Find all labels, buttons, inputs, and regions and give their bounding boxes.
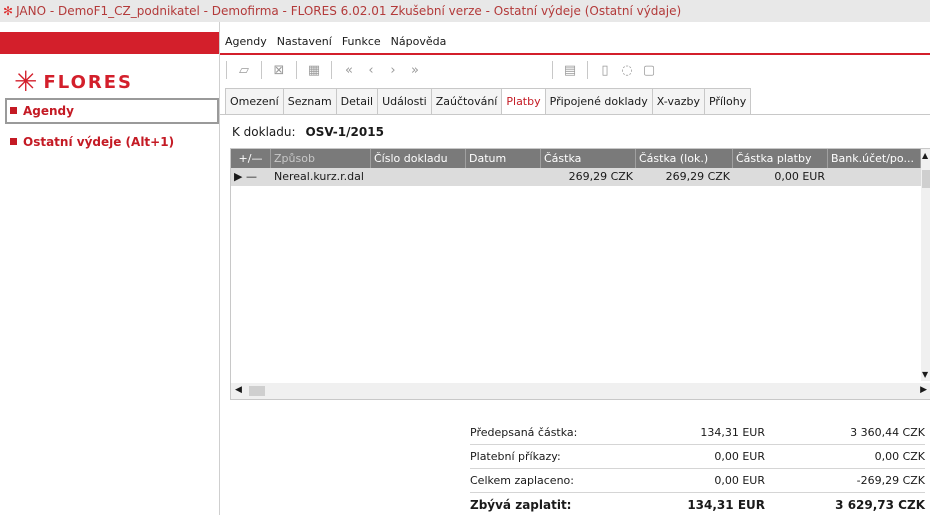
summary-value-eur: 134,31 EUR: [687, 498, 765, 512]
bullet-icon: [10, 107, 17, 114]
tab-seznam[interactable]: Seznam: [282, 88, 336, 115]
grid-icon[interactable]: ▦: [303, 63, 325, 78]
sidebar-item-label: Agendy: [23, 104, 74, 118]
vertical-scrollbar[interactable]: ▲ ▼: [921, 149, 930, 381]
cell-castka-platby: 0,00 EUR: [774, 170, 825, 183]
summary-label: Předepsaná částka:: [470, 426, 578, 439]
col-expand[interactable]: +/—: [231, 149, 271, 168]
col-castka-platby[interactable]: Částka platby: [733, 149, 828, 168]
col-castka[interactable]: Částka: [541, 149, 636, 168]
window-title-bar: ✻ JANO - DemoF1_CZ_podnikatel - Demofirma…: [0, 0, 930, 22]
summary-value-eur: 0,00 EUR: [714, 474, 765, 487]
col-zpusob[interactable]: Způsob: [271, 149, 371, 168]
summary-value-czk: 3 360,44 CZK: [850, 426, 925, 439]
scroll-left-icon[interactable]: ◀: [235, 385, 242, 395]
grid-header: +/— Způsob Číslo dokladu Datum Částka Čá…: [231, 149, 921, 168]
summary-label: Celkem zaplaceno:: [470, 474, 574, 487]
sidebar-header-bar: [0, 32, 219, 54]
tab-prilohy[interactable]: Přílohy: [703, 88, 752, 115]
main-panel: Agendy Nastavení Funkce Nápověda ▱ ⊠ ▦ «…: [220, 22, 930, 515]
delete-icon[interactable]: ⊠: [268, 63, 290, 78]
vertical-scroll-thumb[interactable]: [922, 170, 930, 188]
col-cislo-dokladu[interactable]: Číslo dokladu: [371, 149, 466, 168]
summary-label: Zbývá zaplatit:: [470, 498, 572, 512]
horizontal-scroll-thumb[interactable]: [249, 386, 265, 396]
col-bank-ucet[interactable]: Bank.účet/po...: [828, 149, 921, 168]
tab-zauctovani[interactable]: Zaúčtování: [430, 88, 502, 115]
columns-icon[interactable]: ▤: [559, 63, 581, 78]
first-icon[interactable]: «: [338, 63, 360, 78]
summary-row-platebni-prikazy: Platební příkazy: 0,00 EUR 0,00 CZK: [470, 446, 925, 469]
toolbar-separator: [296, 61, 297, 79]
sidebar-item-label: Ostatní výdeje (Alt+1): [23, 135, 175, 149]
tab-x-vazby[interactable]: X-vazby: [651, 88, 704, 115]
summary-value-eur: 0,00 EUR: [714, 450, 765, 463]
menu-bar: Agendy Nastavení Funkce Nápověda: [220, 31, 930, 51]
toolbar-separator: [552, 61, 553, 79]
summary-row-predepsana: Předepsaná částka: 134,31 EUR 3 360,44 C…: [470, 422, 925, 445]
menu-funkce[interactable]: Funkce: [337, 35, 386, 48]
comment-icon[interactable]: ◌: [616, 63, 638, 78]
tab-pripojene-doklady[interactable]: Připojené doklady: [544, 88, 652, 115]
document-label: K dokladu:: [232, 125, 296, 139]
summary-value-eur: 134,31 EUR: [700, 426, 765, 439]
toolbar-separator: [226, 61, 227, 79]
flores-logo-icon: ✳: [14, 65, 38, 98]
tab-platby[interactable]: Platby: [501, 88, 545, 115]
info-icon[interactable]: ▢: [638, 63, 660, 78]
window-title: JANO - DemoF1_CZ_podnikatel - Demofirma …: [16, 4, 682, 18]
document-number: OSV-1/2015: [305, 125, 384, 139]
menu-agendy[interactable]: Agendy: [220, 35, 272, 48]
cell-castka-lok: 269,29 CZK: [665, 170, 730, 183]
payments-grid: +/— Způsob Číslo dokladu Datum Částka Čá…: [230, 148, 930, 400]
summary-value-czk: -269,29 CZK: [856, 474, 925, 487]
flores-logo: ✳ FLORES: [14, 62, 133, 102]
horizontal-scrollbar[interactable]: ◀ ▶: [231, 383, 930, 399]
tab-divider: [220, 114, 930, 115]
tab-omezeni[interactable]: Omezení: [225, 88, 283, 115]
cell-datum: [466, 168, 541, 186]
toolbar: ▱ ⊠ ▦ « ‹ › » ▤ ▯ ◌ ▢: [220, 56, 930, 84]
menu-divider: [220, 53, 930, 55]
row-pointer-icon: ▶: [234, 170, 243, 183]
summary-row-zbyva-zaplatit: Zbývá zaplatit: 134,31 EUR 3 629,73 CZK: [470, 494, 925, 516]
document-reference: K dokladu: OSV-1/2015: [232, 125, 384, 139]
cell-zpusob: Nereal.kurz.r.dal: [274, 170, 364, 183]
summary-value-czk: 0,00 CZK: [874, 450, 925, 463]
sidebar-item-agendy[interactable]: Agendy: [10, 100, 74, 122]
row-indicator: ▶ —: [231, 168, 271, 186]
cell-castka: 269,29 CZK: [568, 170, 633, 183]
col-datum[interactable]: Datum: [466, 149, 541, 168]
bullet-icon: [10, 138, 17, 145]
sidebar-item-ostatni-vydeje[interactable]: Ostatní výdeje (Alt+1): [10, 131, 174, 153]
prev-icon[interactable]: ‹: [360, 63, 382, 78]
scroll-up-icon[interactable]: ▲: [922, 151, 928, 160]
summary-label: Platební příkazy:: [470, 450, 561, 463]
last-icon[interactable]: »: [404, 63, 426, 78]
open-icon[interactable]: ▱: [233, 63, 255, 78]
jano-icon: ✻: [3, 4, 14, 18]
tab-bar: Omezení Seznam Detail Události Zaúčtován…: [225, 88, 752, 115]
sidebar: ✳ FLORES Agendy Ostatní výdeje (Alt+1): [0, 22, 220, 515]
row-expand-cell: —: [245, 170, 257, 183]
logo-text: FLORES: [43, 71, 134, 93]
summary-value-czk: 3 629,73 CZK: [835, 498, 925, 512]
tab-udalosti[interactable]: Události: [377, 88, 431, 115]
col-castka-lok[interactable]: Částka (lok.): [636, 149, 733, 168]
scroll-right-icon[interactable]: ▶: [920, 385, 927, 395]
table-row[interactable]: ▶ — Nereal.kurz.r.dal 269,29 CZK 269,29 …: [231, 168, 921, 186]
toolbar-separator: [261, 61, 262, 79]
cell-bank-ucet: [828, 168, 921, 186]
document-icon[interactable]: ▯: [594, 63, 616, 78]
toolbar-separator: [331, 61, 332, 79]
next-icon[interactable]: ›: [382, 63, 404, 78]
menu-napoveda[interactable]: Nápověda: [386, 35, 452, 48]
scroll-down-icon[interactable]: ▼: [922, 370, 928, 379]
tab-detail[interactable]: Detail: [335, 88, 378, 115]
toolbar-separator: [587, 61, 588, 79]
menu-nastaveni[interactable]: Nastavení: [272, 35, 337, 48]
cell-cislo-dokladu: [371, 168, 466, 186]
summary-row-celkem-zaplaceno: Celkem zaplaceno: 0,00 EUR -269,29 CZK: [470, 470, 925, 493]
